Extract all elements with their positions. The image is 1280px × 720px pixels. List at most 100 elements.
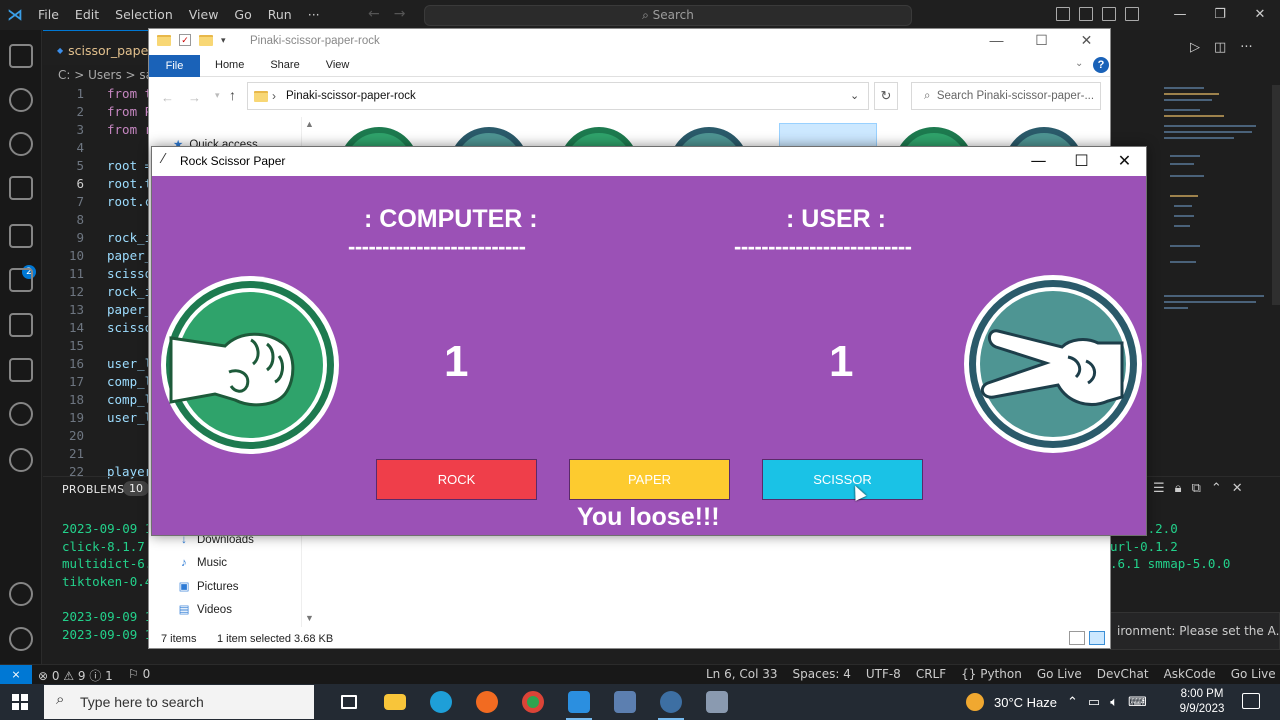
address-chevron-icon[interactable]: › [272, 89, 276, 103]
game-close-icon[interactable]: ✕ [1103, 150, 1146, 172]
testing-icon[interactable] [9, 313, 33, 337]
edge-app-icon[interactable] [418, 684, 464, 720]
editor-scrollbar[interactable] [1272, 85, 1280, 305]
ribbon-view-tab[interactable]: View [326, 59, 350, 71]
maximize-panel-icon[interactable]: ⧉ [1192, 481, 1201, 496]
scroll-down-icon[interactable]: ▼ [305, 613, 314, 623]
menu-edit[interactable]: Edit [67, 0, 107, 30]
weather-sun-icon[interactable] [966, 693, 984, 711]
ribbon-file-tab[interactable]: File [149, 55, 200, 77]
code-line[interactable] [107, 427, 152, 445]
code-line[interactable]: rock_i [107, 229, 152, 247]
keyboard-icon[interactable]: ⌨ [1128, 694, 1147, 710]
toggle-primary-sidebar-icon[interactable] [1056, 7, 1070, 21]
breadcrumb[interactable]: C: > Users > sas [58, 68, 159, 82]
status-encoding[interactable]: UTF-8 [866, 667, 901, 681]
code-line[interactable]: root.c [107, 193, 152, 211]
power-icon[interactable] [9, 448, 33, 472]
paper-button[interactable]: PAPER [569, 459, 730, 500]
tk-app-icon[interactable] [694, 684, 740, 720]
remote-indicator-icon[interactable]: ⨯ [0, 665, 32, 685]
code-line[interactable] [107, 445, 152, 463]
code-line[interactable] [107, 337, 152, 355]
vscode-app-icon[interactable] [556, 684, 602, 720]
nav-item-videos[interactable]: ▤ Videos [177, 602, 232, 616]
back-arrow-icon[interactable]: ← [161, 90, 174, 105]
code-line[interactable]: user_l [107, 409, 152, 427]
terminal-output[interactable]: 2023-09-09 1 click-8.1.7 multidict-6. tikto… [62, 520, 152, 644]
accounts-icon[interactable] [9, 582, 33, 606]
refresh-icon[interactable]: ↻ [874, 82, 898, 110]
status-ports[interactable]: ⚐ 0 [128, 667, 150, 681]
problems-tab[interactable]: PROBLEMS [62, 483, 124, 496]
code-line[interactable]: paper_ [107, 247, 152, 265]
status-go-live[interactable]: Go Live [1037, 667, 1082, 681]
volume-icon[interactable]: 🔈︎ [1110, 694, 1118, 710]
explorer-icon[interactable] [9, 44, 33, 68]
code-line[interactable]: from P [107, 103, 152, 121]
vscode-close-icon[interactable]: ✕ [1240, 0, 1280, 30]
explorer-search-input[interactable]: ⌕ Search Pinaki-scissor-paper-... [911, 82, 1101, 110]
more-actions-icon[interactable]: ··· [1240, 40, 1252, 55]
notification-center-icon[interactable] [1242, 693, 1260, 709]
address-bar[interactable]: › Pinaki-scissor-paper-rock ⌄ [247, 82, 869, 110]
notification-toast[interactable]: ironment: Please set the A... [1110, 612, 1280, 650]
up-arrow-icon[interactable]: ↑ [229, 87, 236, 103]
status-indentation[interactable]: Spaces: 4 [793, 667, 851, 681]
code-line[interactable]: root.t [107, 175, 152, 193]
status-problems[interactable]: ⊗ 0 ⚠ 9 ⓘ 1 [38, 667, 113, 684]
status-eol[interactable]: CRLF [916, 667, 946, 681]
nav-item-music[interactable]: ♪ Music [177, 557, 227, 569]
clear-terminal-icon[interactable]: ☰ [1153, 481, 1165, 496]
ribbon-share-tab[interactable]: Share [270, 59, 299, 71]
nav-item-pictures[interactable]: ▣ Pictures [177, 579, 239, 593]
windows-start-icon[interactable] [12, 694, 28, 710]
live-share-icon[interactable] [9, 402, 33, 426]
new-folder-icon[interactable] [199, 34, 213, 46]
address-dropdown-icon[interactable]: ⌄ [850, 89, 859, 102]
code-line[interactable]: user_l [107, 355, 152, 373]
file-explorer-app-icon[interactable] [372, 684, 418, 720]
status-language[interactable]: {} Python [961, 667, 1022, 681]
firefox-app-icon[interactable] [464, 684, 510, 720]
game-maximize-icon[interactable]: ☐ [1060, 150, 1103, 172]
minimap[interactable] [1160, 85, 1272, 335]
settings-gear-icon[interactable] [9, 627, 33, 651]
vscode-nav-arrows-icon[interactable]: ←→ [368, 6, 419, 22]
recent-locations-icon[interactable]: ▾ [215, 90, 220, 105]
menu-go[interactable]: Go [226, 0, 259, 30]
menu-view[interactable]: View [181, 0, 227, 30]
taskbar-search-box[interactable]: ⌕ Type here to search [44, 685, 314, 719]
status-devchat[interactable]: DevChat [1097, 667, 1149, 681]
customize-layout-icon[interactable] [1125, 7, 1139, 21]
expand-ribbon-icon[interactable]: ⌄ [1075, 58, 1083, 69]
status-askcode[interactable]: AskCode [1164, 667, 1216, 681]
search-icon[interactable] [9, 88, 33, 112]
python-app-icon[interactable] [648, 684, 694, 720]
customize-toolbar-icon[interactable]: ▾ [221, 35, 226, 46]
task-view-icon[interactable] [326, 684, 372, 720]
code-line[interactable]: scisso [107, 265, 152, 283]
rock-button[interactable]: ROCK [376, 459, 537, 500]
vscode-restore-icon[interactable]: ❐ [1200, 0, 1240, 30]
help-icon[interactable]: ? [1093, 57, 1109, 73]
code-line[interactable]: comp_l [107, 373, 152, 391]
code-line[interactable] [107, 211, 152, 229]
menu-file[interactable]: File [30, 0, 67, 30]
close-panel-icon[interactable]: ✕ [1232, 481, 1243, 496]
code-line[interactable] [107, 139, 152, 157]
run-debug-icon[interactable] [9, 176, 33, 200]
forward-arrow-icon[interactable]: → [188, 90, 201, 105]
menu-run[interactable]: Run [260, 0, 300, 30]
status-go-live-2[interactable]: Go Live [1231, 667, 1276, 681]
status-cursor-position[interactable]: Ln 6, Col 33 [706, 667, 778, 681]
toggle-panel-icon[interactable] [1079, 7, 1093, 21]
menu-selection[interactable]: Selection [107, 0, 181, 30]
code-line[interactable]: root = [107, 157, 152, 175]
address-path[interactable]: Pinaki-scissor-paper-rock [286, 90, 416, 102]
code-line[interactable]: paper_ [107, 301, 152, 319]
explorer-minimize-icon[interactable]: — [974, 32, 1019, 49]
network-icon[interactable]: ▭ [1088, 694, 1100, 710]
split-editor-icon[interactable]: ◫ [1214, 40, 1226, 55]
explorer-maximize-icon[interactable]: ☐ [1019, 32, 1064, 49]
